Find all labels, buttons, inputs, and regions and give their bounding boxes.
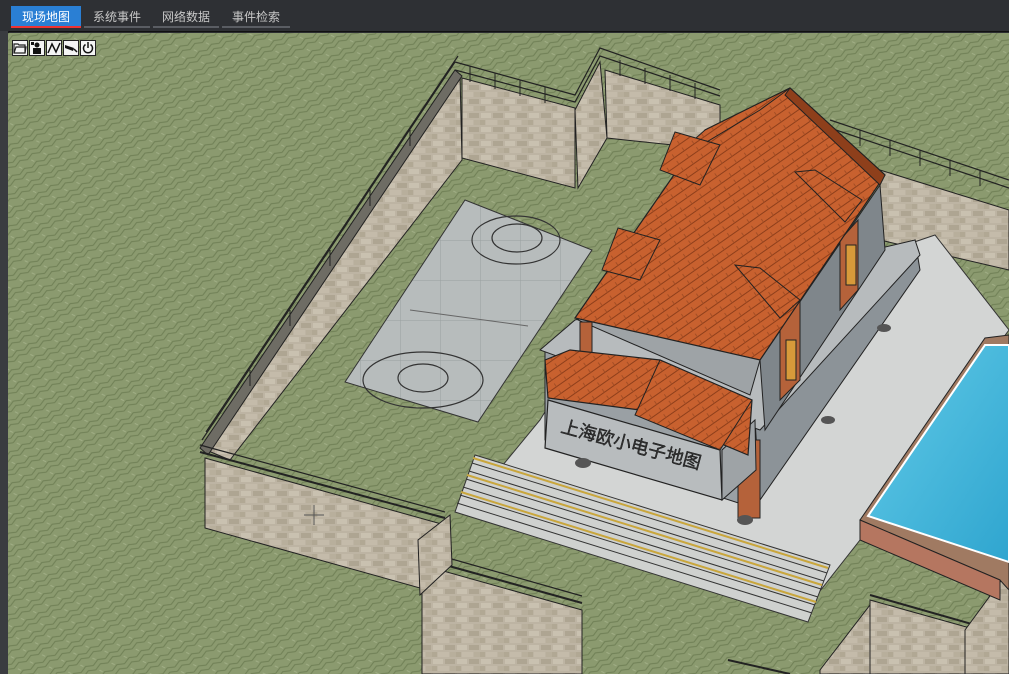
map-viewport[interactable]: 上海欧小电子地图 xyxy=(8,33,1009,674)
tab-event-search[interactable]: 事件检索 xyxy=(222,6,290,28)
crosshair-cursor-icon xyxy=(304,505,324,525)
person-camera-icon[interactable] xyxy=(29,40,45,56)
folder-open-icon[interactable] xyxy=(12,40,28,56)
line-measure-icon[interactable] xyxy=(46,40,62,56)
tab-bar: 现场地图 系统事件 网络数据 事件检索 xyxy=(0,0,1009,32)
tab-system-events[interactable]: 系统事件 xyxy=(84,6,150,28)
power-icon[interactable] xyxy=(80,40,96,56)
tab-network-data[interactable]: 网络数据 xyxy=(153,6,219,28)
map-scene: 上海欧小电子地图 xyxy=(8,33,1009,674)
tab-site-map[interactable]: 现场地图 xyxy=(11,6,81,28)
map-toolbar xyxy=(12,40,96,56)
camera-icon[interactable] xyxy=(63,40,79,56)
